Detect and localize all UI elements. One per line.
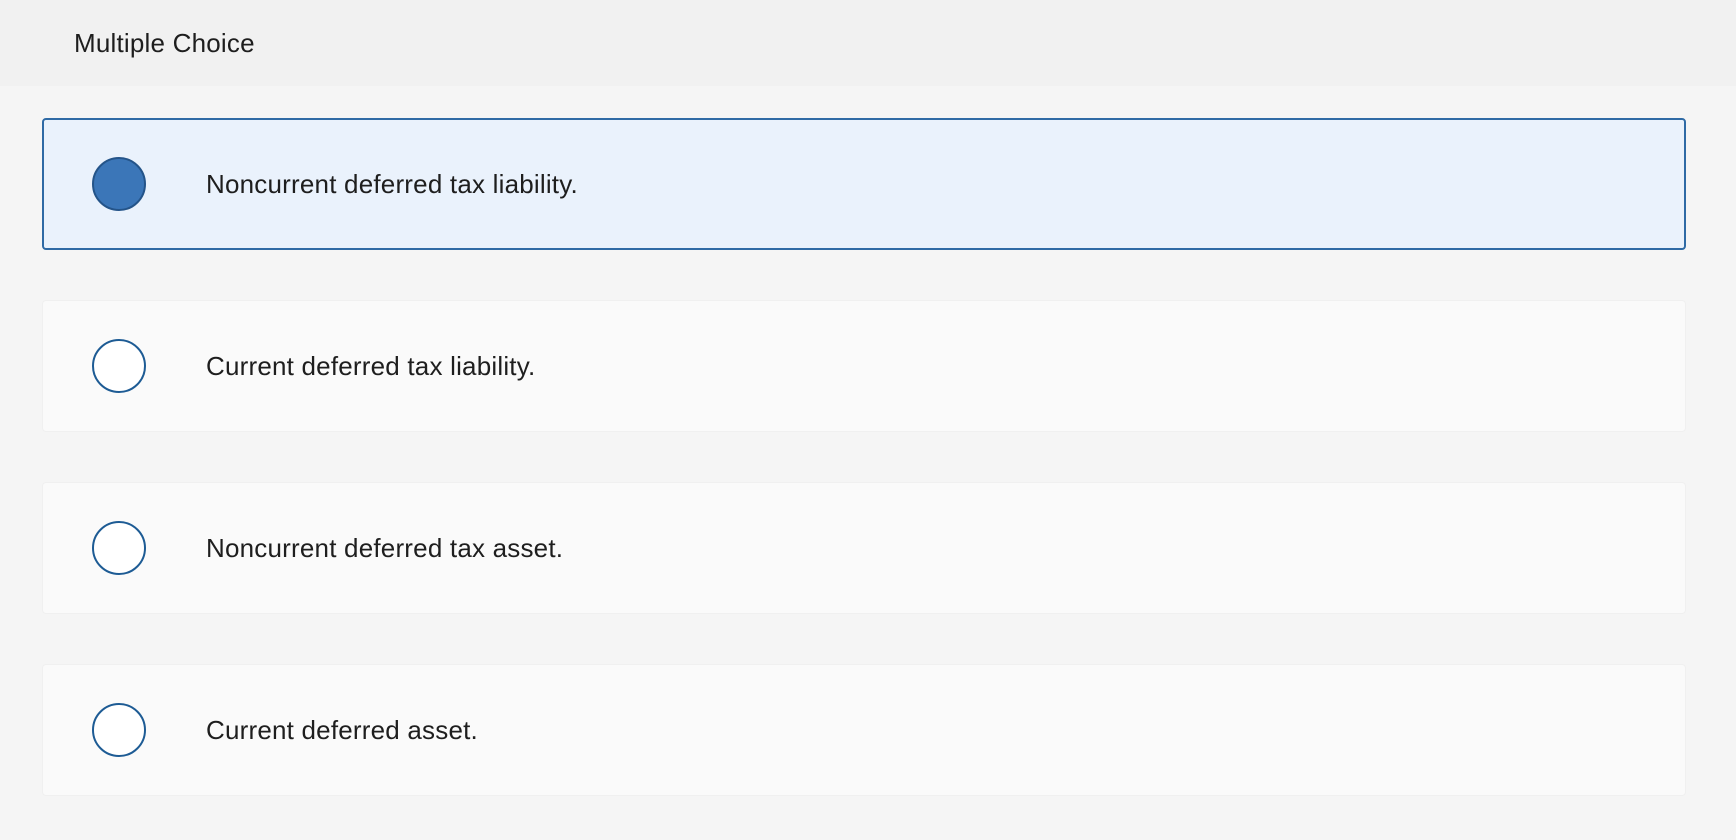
answer-option-4[interactable]: Current deferred asset. <box>42 664 1686 796</box>
radio-empty-icon[interactable] <box>92 521 146 575</box>
answer-option-1[interactable]: Noncurrent deferred tax liability. <box>42 118 1686 250</box>
radio-selected-icon[interactable] <box>92 157 146 211</box>
answer-options: Noncurrent deferred tax liability. Curre… <box>0 86 1736 796</box>
answer-option-label: Current deferred asset. <box>206 714 478 745</box>
question-header: Multiple Choice <box>0 0 1736 86</box>
answer-option-2[interactable]: Current deferred tax liability. <box>42 300 1686 432</box>
question-type-title: Multiple Choice <box>74 27 255 58</box>
radio-empty-icon[interactable] <box>92 339 146 393</box>
answer-option-label: Noncurrent deferred tax liability. <box>206 168 578 199</box>
answer-option-label: Noncurrent deferred tax asset. <box>206 532 564 563</box>
answer-option-3[interactable]: Noncurrent deferred tax asset. <box>42 482 1686 614</box>
answer-option-label: Current deferred tax liability. <box>206 350 536 381</box>
radio-empty-icon[interactable] <box>92 703 146 757</box>
